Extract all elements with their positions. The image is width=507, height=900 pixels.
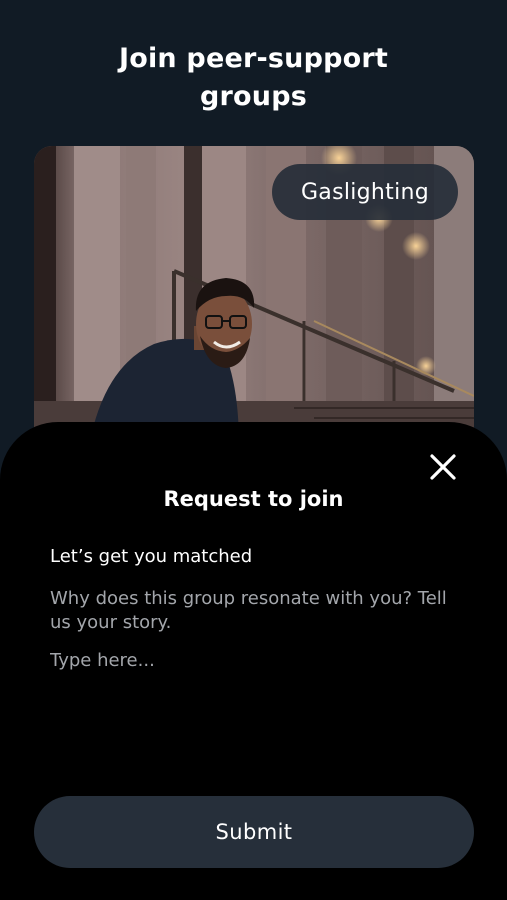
page-title-line-1: Join peer-support — [118, 43, 389, 74]
close-icon — [430, 454, 456, 480]
sheet-title: Request to join — [163, 487, 344, 511]
sheet-subtitle: Let’s get you matched — [50, 546, 253, 567]
page-title: Join peer-support groups — [0, 40, 507, 116]
page-title-line-2: groups — [199, 81, 307, 112]
sheet-prompt: Why does this group resonate with you? T… — [50, 588, 447, 633]
submit-button[interactable]: Submit — [34, 796, 474, 868]
group-tag-chip[interactable]: Gaslighting — [272, 164, 458, 220]
story-input[interactable] — [50, 650, 460, 770]
close-button[interactable] — [424, 448, 462, 486]
